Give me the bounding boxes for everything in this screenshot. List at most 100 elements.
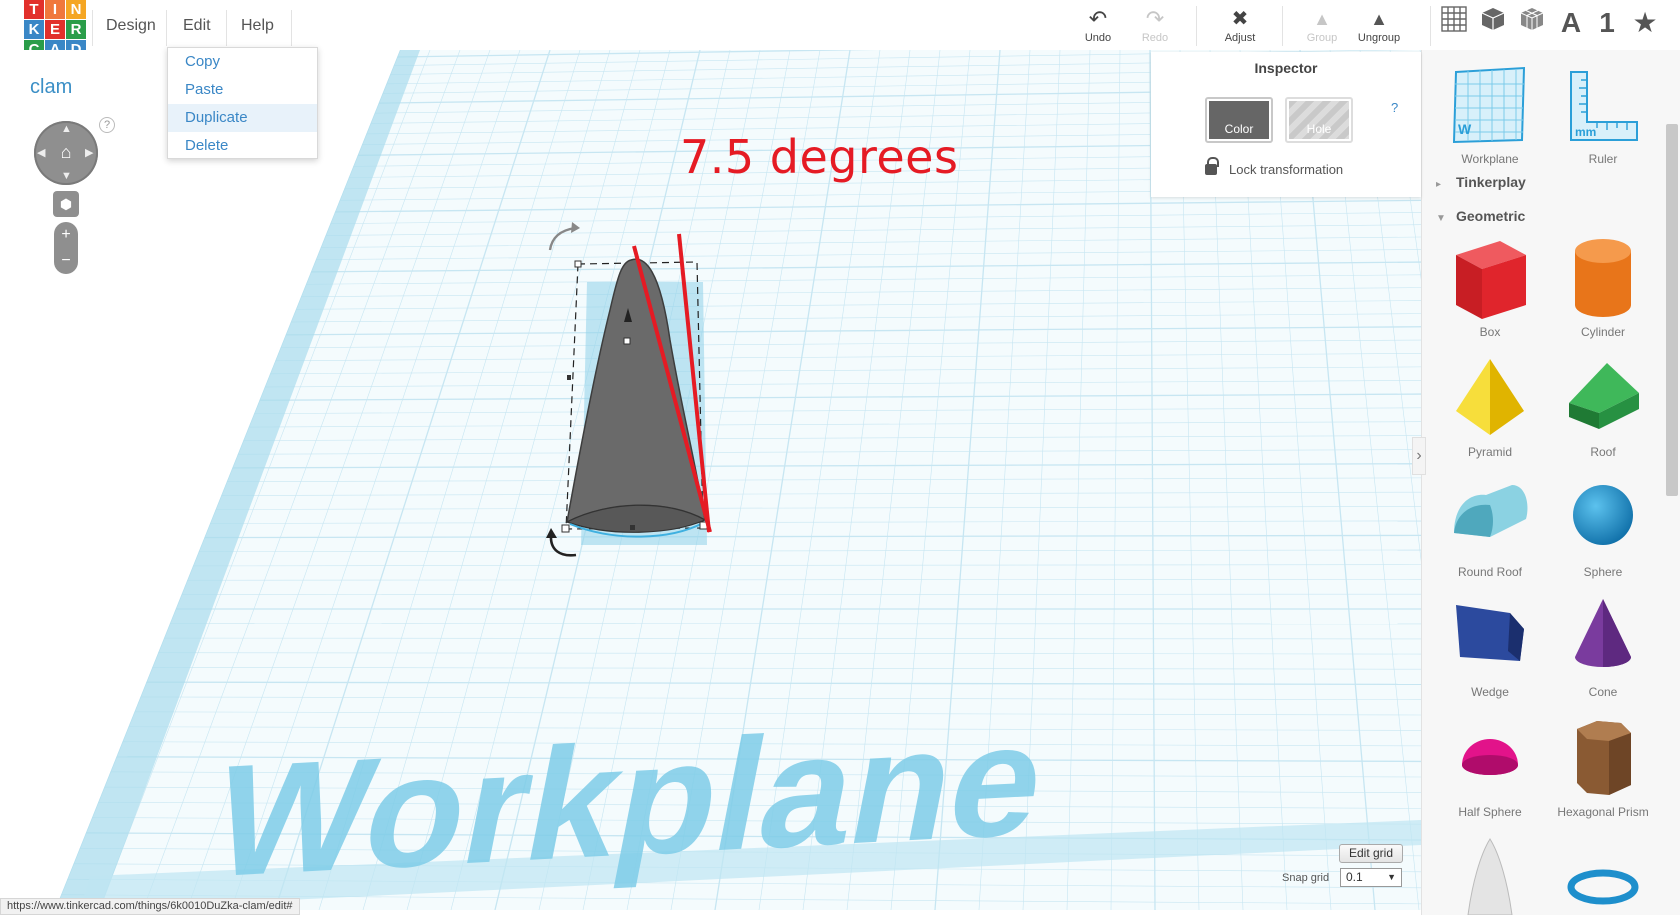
ungroup-label: Ungroup <box>1357 32 1401 44</box>
category-label: Tinkerplay <box>1456 174 1526 190</box>
hole-button-label: Hole <box>1289 101 1349 139</box>
menu-item-paste[interactable]: Paste <box>168 76 317 104</box>
shape-paraboloid[interactable] <box>1434 835 1546 915</box>
ungroup-icon: ▲ <box>1370 9 1388 29</box>
edit-menu-dropdown: Copy Paste Duplicate Delete <box>167 47 318 159</box>
logo-letter: E <box>45 20 65 39</box>
shape-hexagonal-prism[interactable]: Hexagonal Prism <box>1547 715 1659 819</box>
zoom-in-button[interactable]: + <box>54 222 78 248</box>
corner-handle[interactable] <box>574 260 582 268</box>
edge-handle[interactable] <box>567 375 571 380</box>
text-icon[interactable]: A <box>1554 6 1588 40</box>
redo-label: Redo <box>1141 32 1169 44</box>
menu-item-copy[interactable]: Copy <box>168 48 317 76</box>
snap-grid-label: Snap grid <box>1282 872 1330 884</box>
edit-grid-button[interactable]: Edit grid <box>1339 844 1403 863</box>
caret-down-icon: ▼ <box>1436 213 1446 224</box>
adjust-button[interactable]: ✖ Adjust <box>1218 6 1262 44</box>
logo-letter: R <box>66 20 86 39</box>
caret-down-icon: ▼ <box>1387 872 1396 882</box>
menu-divider <box>92 10 93 46</box>
category-tinkerplay[interactable]: ▸ Tinkerplay <box>1436 174 1526 190</box>
orbit-control[interactable]: ▲ ▼ ◀ ▶ ⌂ <box>34 121 98 185</box>
lock-transformation-toggle[interactable]: Lock transformation <box>1205 157 1343 177</box>
shape-torus[interactable] <box>1547 835 1659 915</box>
favorites-star-icon[interactable]: ★ <box>1628 6 1662 40</box>
hole-button[interactable]: Hole <box>1285 97 1353 143</box>
snap-grid-select[interactable]: 0.1 ▼ <box>1340 868 1402 887</box>
home-icon[interactable]: ⌂ <box>56 141 76 163</box>
workplane-tool[interactable]: W Workplane <box>1434 66 1546 166</box>
group-label: Group <box>1306 32 1338 44</box>
toolbar-divider <box>1196 6 1197 46</box>
shape-cylinder[interactable]: Cylinder <box>1547 235 1659 339</box>
workplane-tool-label: Workplane <box>1461 152 1519 166</box>
edge-handle[interactable] <box>630 525 635 530</box>
shape-half-sphere[interactable]: Half Sphere <box>1434 715 1546 819</box>
undo-icon: ↶ <box>1088 6 1108 31</box>
view-cube-icon[interactable]: ⬢ <box>53 191 79 217</box>
adjust-label: Adjust <box>1224 32 1256 44</box>
shape-cone[interactable]: Cone <box>1547 595 1659 699</box>
snap-grid-value: 0.1 <box>1346 870 1363 884</box>
arrow-right-icon[interactable]: ▶ <box>85 146 93 159</box>
box-view-icon[interactable] <box>1476 6 1510 40</box>
menu-edit[interactable]: Edit <box>183 17 211 35</box>
zoom-out-button[interactable]: − <box>54 248 78 274</box>
redo-icon: ↷ <box>1145 6 1165 31</box>
arrow-left-icon[interactable]: ◀ <box>37 146 45 159</box>
redo-button[interactable]: ↷ Redo <box>1135 6 1175 44</box>
toolbar-divider <box>1430 6 1431 46</box>
shape-sphere[interactable]: Sphere <box>1547 475 1659 579</box>
shape-box[interactable]: Box <box>1434 235 1546 339</box>
shape-roof[interactable]: Roof <box>1547 355 1659 459</box>
number-icon[interactable]: 1 <box>1590 6 1624 40</box>
logo-letter: I <box>45 0 65 19</box>
menu-item-duplicate[interactable]: Duplicate <box>168 104 317 132</box>
logo-letter: T <box>24 0 44 19</box>
color-button-label: Color <box>1209 101 1269 139</box>
ungroup-button[interactable]: ▲ Ungroup <box>1354 6 1404 44</box>
arrow-up-icon[interactable]: ▲ <box>61 123 72 135</box>
zoom-control: + − <box>54 222 78 274</box>
adjust-icon: ✖ <box>1231 8 1249 30</box>
menu-help[interactable]: Help <box>241 17 274 35</box>
menu-design[interactable]: Design <box>106 17 156 35</box>
category-geometric[interactable]: ▼ Geometric <box>1436 208 1525 224</box>
shape-round-roof[interactable]: Round Roof <box>1434 475 1546 579</box>
hexagonal-prism-icon <box>1577 721 1631 795</box>
roof-icon <box>1569 363 1639 429</box>
ruler-tool[interactable]: mm Ruler <box>1547 66 1659 166</box>
logo-letter: K <box>24 20 44 39</box>
collapse-panel-handle[interactable]: › <box>1412 437 1426 475</box>
ruler-tool-icon: mm <box>1570 71 1638 141</box>
wire-view-icon[interactable] <box>1515 6 1549 40</box>
group-button[interactable]: ▲ Group <box>1302 6 1342 44</box>
toolbar-divider <box>1282 6 1283 46</box>
grid-view-icon[interactable] <box>1437 6 1471 40</box>
shape-label: Sphere <box>1583 565 1623 579</box>
project-title[interactable]: clam <box>30 76 72 99</box>
shape-wedge[interactable]: Wedge <box>1434 595 1546 699</box>
category-label: Geometric <box>1456 208 1526 224</box>
svg-text:W: W <box>1458 121 1472 137</box>
lock-icon <box>1205 157 1219 175</box>
top-handle[interactable] <box>623 337 631 345</box>
help-icon[interactable]: ? <box>99 117 115 133</box>
undo-button[interactable]: ↶ Undo <box>1078 6 1118 44</box>
shape-pyramid[interactable]: Pyramid <box>1434 355 1546 459</box>
sphere-icon <box>1573 485 1633 545</box>
corner-handle[interactable] <box>561 524 570 533</box>
inspector-help-icon[interactable]: ? <box>1391 100 1398 115</box>
panel-scrollbar[interactable] <box>1666 124 1678 496</box>
caret-right-icon: ▸ <box>1436 179 1442 190</box>
paraboloid-icon <box>1467 838 1513 915</box>
shapes-panel: W Workplane mm Ruler ▸ Tinkerplay ▼ Geomet… <box>1421 50 1680 915</box>
top-bar: T I N K E R C A D Design Edit Help ↶ Und… <box>0 0 1680 59</box>
angle-annotation: 7.5 degrees <box>680 130 959 184</box>
inspector-panel: Inspector Color Hole ? Lock transformati… <box>1151 52 1421 197</box>
color-button[interactable]: Color <box>1205 97 1273 143</box>
menu-item-delete[interactable]: Delete <box>168 132 317 160</box>
menu-divider <box>226 10 227 46</box>
arrow-down-icon[interactable]: ▼ <box>61 170 72 182</box>
